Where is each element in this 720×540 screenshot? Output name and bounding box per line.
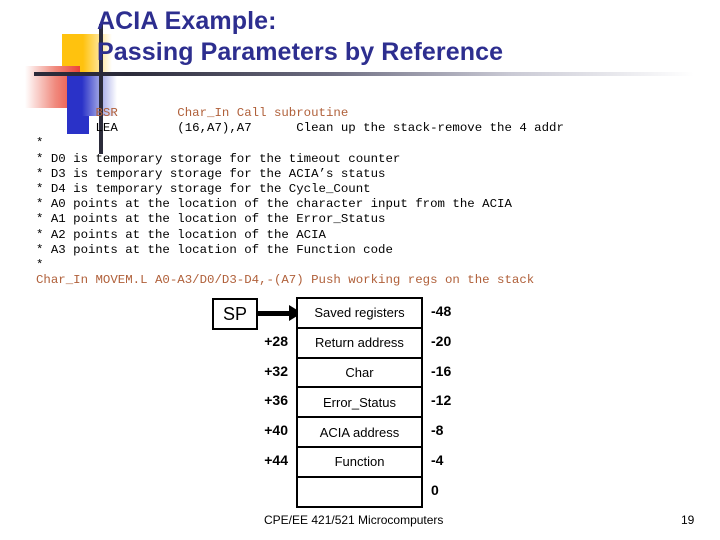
stack-row-right-offset: -16 — [431, 362, 452, 379]
code-line: * D4 is temporary storage for the Cycle_… — [36, 182, 371, 197]
stack-row-right-offset: 0 — [431, 481, 439, 498]
code-line: * D3 is temporary storage for the ACIA’s… — [36, 166, 386, 181]
stack-pointer-box: SP — [212, 298, 258, 330]
code-line: * D0 is temporary storage for the timeou… — [36, 151, 401, 166]
stack-table-row — [298, 478, 421, 508]
code-line: Char_In MOVEM.L A0-A3/D0/D3-D4,-(A7) Pus… — [36, 273, 535, 288]
stack-row-label: ACIA address — [319, 424, 400, 440]
code-line: * A0 points at the location of the chara… — [36, 197, 512, 212]
stack-row-right-offset: -4 — [431, 451, 444, 468]
page-title: ACIA Example: Passing Parameters by Refe… — [97, 6, 707, 68]
footer-course-label: CPE/EE 421/521 Microcomputers — [264, 513, 444, 527]
horizontal-rule — [34, 72, 694, 76]
stack-row-right-offset: -48 — [431, 302, 452, 319]
code-line: * — [36, 136, 44, 151]
stack-row-right-offset: -8 — [431, 422, 444, 439]
stack-table: Saved registers Return address Char Error_S… — [296, 297, 423, 508]
stack-row-right-offset: -12 — [431, 392, 452, 409]
code-line: LEA (16,A7),A7 Clean up the stack-remove… — [36, 121, 564, 136]
stack-row-left-offset: +36 — [264, 392, 288, 409]
code-line: * — [36, 258, 44, 273]
stack-row-label: Function — [334, 454, 385, 470]
stack-table-row: Function — [298, 448, 421, 478]
stack-row-label: Char — [345, 364, 374, 380]
stack-table-row: ACIA address — [298, 418, 421, 448]
stack-row-left-offset: +40 — [264, 422, 288, 439]
stack-table-row: Return address — [298, 329, 421, 359]
stack-table-row: Saved registers — [298, 299, 421, 329]
stack-table-row: Error_Status — [298, 388, 421, 419]
stack-row-left-offset: +28 — [264, 332, 288, 349]
stack-row-label: Saved registers — [314, 305, 405, 321]
page-title-line-2: Passing Parameters by Reference — [97, 38, 504, 66]
page-title-line-1: ACIA Example: — [97, 7, 277, 35]
footer-page-number: 19 — [681, 513, 695, 527]
assembly-code-block: BSR Char_In Call subroutine LEA (16,A7),… — [36, 106, 720, 288]
stack-row-label: Error_Status — [323, 394, 396, 410]
stack-pointer-arrow-icon — [258, 305, 302, 321]
stack-row-left-offset: +44 — [264, 451, 288, 468]
stack-row-label: Return address — [315, 335, 404, 351]
code-line: * A2 points at the location of the ACIA — [36, 227, 326, 242]
stack-table-row: Char — [298, 359, 421, 389]
code-line: * A3 points at the location of the Funct… — [36, 242, 393, 257]
code-line: BSR Char_In Call subroutine — [36, 106, 349, 120]
stack-row-left-offset: +32 — [264, 362, 288, 379]
stack-frame-diagram: SP Saved registers Return address Char Erro… — [205, 292, 505, 517]
stack-pointer-label: SP — [222, 303, 247, 324]
code-line: * A1 points at the location of the Error… — [36, 212, 386, 227]
stack-row-right-offset: -20 — [431, 332, 452, 349]
